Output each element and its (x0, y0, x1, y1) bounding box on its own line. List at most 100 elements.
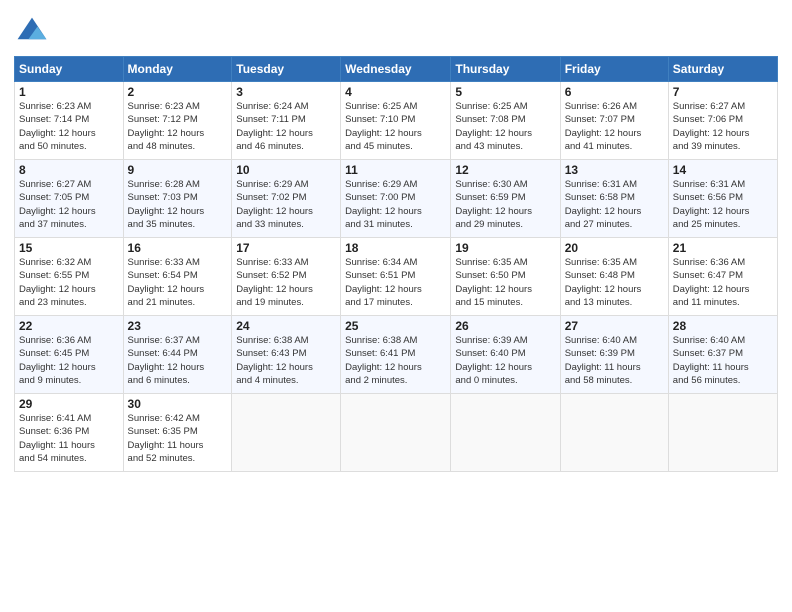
day-info: Sunrise: 6:36 AMSunset: 6:47 PMDaylight:… (673, 256, 773, 309)
calendar-cell: 24Sunrise: 6:38 AMSunset: 6:43 PMDayligh… (232, 316, 341, 394)
day-info: Sunrise: 6:38 AMSunset: 6:43 PMDaylight:… (236, 334, 336, 387)
day-info: Sunrise: 6:39 AMSunset: 6:40 PMDaylight:… (455, 334, 555, 387)
header-monday: Monday (123, 57, 232, 82)
calendar-cell: 22Sunrise: 6:36 AMSunset: 6:45 PMDayligh… (15, 316, 124, 394)
calendar-cell: 26Sunrise: 6:39 AMSunset: 6:40 PMDayligh… (451, 316, 560, 394)
day-info: Sunrise: 6:40 AMSunset: 6:37 PMDaylight:… (673, 334, 773, 387)
header-friday: Friday (560, 57, 668, 82)
day-number: 12 (455, 163, 555, 177)
day-number: 28 (673, 319, 773, 333)
calendar-cell: 14Sunrise: 6:31 AMSunset: 6:56 PMDayligh… (668, 160, 777, 238)
calendar-cell: 4Sunrise: 6:25 AMSunset: 7:10 PMDaylight… (341, 82, 451, 160)
day-info: Sunrise: 6:31 AMSunset: 6:58 PMDaylight:… (565, 178, 664, 231)
day-number: 13 (565, 163, 664, 177)
day-number: 6 (565, 85, 664, 99)
calendar-cell: 28Sunrise: 6:40 AMSunset: 6:37 PMDayligh… (668, 316, 777, 394)
day-number: 5 (455, 85, 555, 99)
header-wednesday: Wednesday (341, 57, 451, 82)
calendar-cell: 3Sunrise: 6:24 AMSunset: 7:11 PMDaylight… (232, 82, 341, 160)
calendar-cell (341, 394, 451, 472)
calendar-cell: 23Sunrise: 6:37 AMSunset: 6:44 PMDayligh… (123, 316, 232, 394)
calendar-cell (560, 394, 668, 472)
day-info: Sunrise: 6:29 AMSunset: 7:02 PMDaylight:… (236, 178, 336, 231)
day-number: 3 (236, 85, 336, 99)
calendar-cell: 16Sunrise: 6:33 AMSunset: 6:54 PMDayligh… (123, 238, 232, 316)
header-saturday: Saturday (668, 57, 777, 82)
day-number: 18 (345, 241, 446, 255)
calendar-cell: 5Sunrise: 6:25 AMSunset: 7:08 PMDaylight… (451, 82, 560, 160)
day-number: 15 (19, 241, 119, 255)
day-number: 30 (128, 397, 228, 411)
day-number: 9 (128, 163, 228, 177)
logo-icon (14, 14, 50, 50)
day-info: Sunrise: 6:26 AMSunset: 7:07 PMDaylight:… (565, 100, 664, 153)
calendar-cell: 29Sunrise: 6:41 AMSunset: 6:36 PMDayligh… (15, 394, 124, 472)
calendar-cell (451, 394, 560, 472)
calendar-cell: 9Sunrise: 6:28 AMSunset: 7:03 PMDaylight… (123, 160, 232, 238)
day-info: Sunrise: 6:23 AMSunset: 7:12 PMDaylight:… (128, 100, 228, 153)
day-info: Sunrise: 6:35 AMSunset: 6:50 PMDaylight:… (455, 256, 555, 309)
calendar-week-1: 8Sunrise: 6:27 AMSunset: 7:05 PMDaylight… (15, 160, 778, 238)
day-number: 21 (673, 241, 773, 255)
day-number: 22 (19, 319, 119, 333)
day-info: Sunrise: 6:38 AMSunset: 6:41 PMDaylight:… (345, 334, 446, 387)
day-info: Sunrise: 6:33 AMSunset: 6:54 PMDaylight:… (128, 256, 228, 309)
calendar-cell: 6Sunrise: 6:26 AMSunset: 7:07 PMDaylight… (560, 82, 668, 160)
calendar-cell: 10Sunrise: 6:29 AMSunset: 7:02 PMDayligh… (232, 160, 341, 238)
calendar-week-4: 29Sunrise: 6:41 AMSunset: 6:36 PMDayligh… (15, 394, 778, 472)
day-info: Sunrise: 6:25 AMSunset: 7:08 PMDaylight:… (455, 100, 555, 153)
calendar-week-0: 1Sunrise: 6:23 AMSunset: 7:14 PMDaylight… (15, 82, 778, 160)
day-number: 2 (128, 85, 228, 99)
calendar-cell: 19Sunrise: 6:35 AMSunset: 6:50 PMDayligh… (451, 238, 560, 316)
calendar-cell: 17Sunrise: 6:33 AMSunset: 6:52 PMDayligh… (232, 238, 341, 316)
day-number: 25 (345, 319, 446, 333)
calendar-cell: 7Sunrise: 6:27 AMSunset: 7:06 PMDaylight… (668, 82, 777, 160)
calendar-cell: 13Sunrise: 6:31 AMSunset: 6:58 PMDayligh… (560, 160, 668, 238)
day-number: 8 (19, 163, 119, 177)
page: Sunday Monday Tuesday Wednesday Thursday… (0, 0, 792, 612)
calendar-cell (232, 394, 341, 472)
day-number: 24 (236, 319, 336, 333)
calendar-table: Sunday Monday Tuesday Wednesday Thursday… (14, 56, 778, 472)
calendar-cell (668, 394, 777, 472)
day-info: Sunrise: 6:27 AMSunset: 7:06 PMDaylight:… (673, 100, 773, 153)
day-number: 23 (128, 319, 228, 333)
day-info: Sunrise: 6:30 AMSunset: 6:59 PMDaylight:… (455, 178, 555, 231)
calendar-cell: 30Sunrise: 6:42 AMSunset: 6:35 PMDayligh… (123, 394, 232, 472)
calendar-cell: 15Sunrise: 6:32 AMSunset: 6:55 PMDayligh… (15, 238, 124, 316)
day-info: Sunrise: 6:28 AMSunset: 7:03 PMDaylight:… (128, 178, 228, 231)
header (14, 10, 778, 50)
calendar-cell: 25Sunrise: 6:38 AMSunset: 6:41 PMDayligh… (341, 316, 451, 394)
calendar-cell: 27Sunrise: 6:40 AMSunset: 6:39 PMDayligh… (560, 316, 668, 394)
day-info: Sunrise: 6:41 AMSunset: 6:36 PMDaylight:… (19, 412, 119, 465)
day-number: 7 (673, 85, 773, 99)
day-info: Sunrise: 6:24 AMSunset: 7:11 PMDaylight:… (236, 100, 336, 153)
day-number: 1 (19, 85, 119, 99)
header-thursday: Thursday (451, 57, 560, 82)
calendar-cell: 12Sunrise: 6:30 AMSunset: 6:59 PMDayligh… (451, 160, 560, 238)
days-header-row: Sunday Monday Tuesday Wednesday Thursday… (15, 57, 778, 82)
calendar-week-3: 22Sunrise: 6:36 AMSunset: 6:45 PMDayligh… (15, 316, 778, 394)
calendar-week-2: 15Sunrise: 6:32 AMSunset: 6:55 PMDayligh… (15, 238, 778, 316)
day-info: Sunrise: 6:25 AMSunset: 7:10 PMDaylight:… (345, 100, 446, 153)
calendar-cell: 20Sunrise: 6:35 AMSunset: 6:48 PMDayligh… (560, 238, 668, 316)
day-number: 4 (345, 85, 446, 99)
day-info: Sunrise: 6:23 AMSunset: 7:14 PMDaylight:… (19, 100, 119, 153)
header-tuesday: Tuesday (232, 57, 341, 82)
day-number: 20 (565, 241, 664, 255)
day-number: 11 (345, 163, 446, 177)
day-info: Sunrise: 6:33 AMSunset: 6:52 PMDaylight:… (236, 256, 336, 309)
day-info: Sunrise: 6:35 AMSunset: 6:48 PMDaylight:… (565, 256, 664, 309)
day-info: Sunrise: 6:36 AMSunset: 6:45 PMDaylight:… (19, 334, 119, 387)
day-info: Sunrise: 6:29 AMSunset: 7:00 PMDaylight:… (345, 178, 446, 231)
calendar-cell: 1Sunrise: 6:23 AMSunset: 7:14 PMDaylight… (15, 82, 124, 160)
day-number: 26 (455, 319, 555, 333)
day-number: 14 (673, 163, 773, 177)
calendar-cell: 11Sunrise: 6:29 AMSunset: 7:00 PMDayligh… (341, 160, 451, 238)
day-number: 16 (128, 241, 228, 255)
day-info: Sunrise: 6:34 AMSunset: 6:51 PMDaylight:… (345, 256, 446, 309)
calendar-cell: 21Sunrise: 6:36 AMSunset: 6:47 PMDayligh… (668, 238, 777, 316)
calendar-cell: 8Sunrise: 6:27 AMSunset: 7:05 PMDaylight… (15, 160, 124, 238)
calendar-cell: 2Sunrise: 6:23 AMSunset: 7:12 PMDaylight… (123, 82, 232, 160)
day-number: 17 (236, 241, 336, 255)
